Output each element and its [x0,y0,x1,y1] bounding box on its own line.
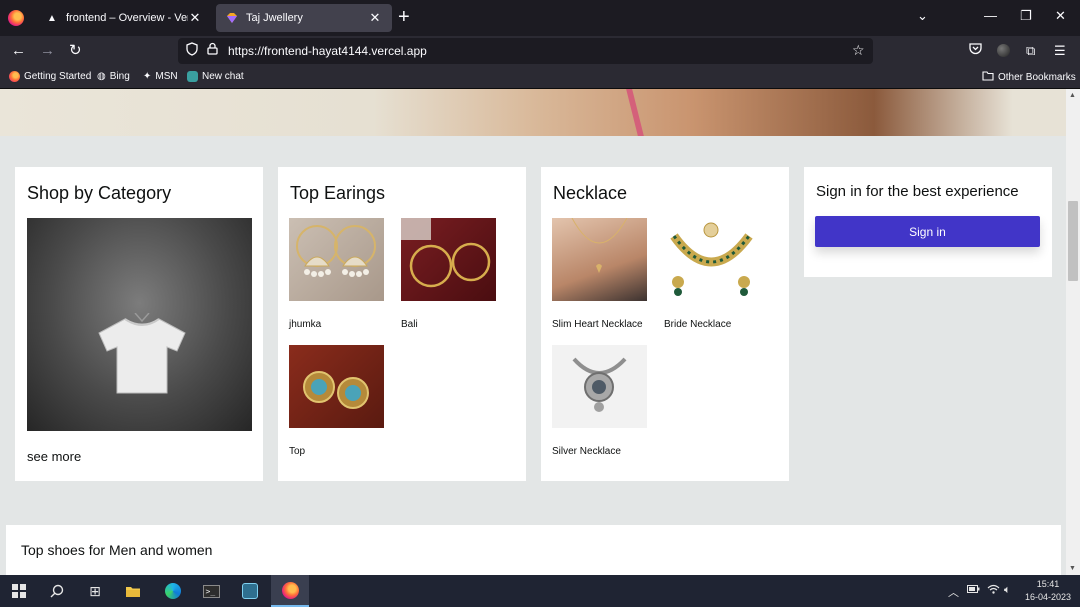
new-tab-plus-icon[interactable]: + [398,7,410,27]
bookmark-msn[interactable]: ✦ MSN [143,71,178,82]
forward-arrow-icon[interactable]: → [40,42,55,60]
other-bookmarks[interactable]: Other Bookmarks [982,71,1076,84]
necklace-card: Necklace Slim Heart Necklace Bride Neckl… [541,167,789,481]
section-title: Top shoes for Men and women [21,542,213,558]
wifi-icon[interactable] [987,584,1000,597]
page-viewport: Shop by Category see more Top Earings jh… [0,89,1066,575]
globe-icon: ◍ [97,71,106,82]
tab-vercel-overview[interactable]: ▲ frontend – Overview - Vercel ✕ [36,4,212,32]
lock-icon[interactable] [207,42,218,58]
address-bar[interactable]: https://frontend-hayat4144.vercel.app ☆ [178,38,873,64]
account-avatar-icon[interactable] [997,44,1010,57]
silver-necklace-image[interactable] [552,345,647,428]
clock-time: 15:41 [1036,579,1060,589]
extensions-puzzle-icon[interactable]: ⧉ [1026,43,1035,59]
top-earring-image[interactable] [289,345,384,428]
task-view-icon[interactable]: ⊞ [76,575,114,607]
product-label[interactable]: Bride Necklace [664,319,731,330]
see-more-link[interactable]: see more [27,449,81,464]
firefox-icon [9,71,20,82]
close-tab-icon[interactable]: ✕ [368,10,382,26]
product-label[interactable]: Silver Necklace [552,446,621,457]
minimize-window-icon[interactable]: — [984,8,997,23]
chat-icon [187,71,198,82]
tracking-shield-icon[interactable] [186,42,198,59]
sign-in-button[interactable]: Sign in [815,216,1040,247]
close-window-icon[interactable]: ✕ [1055,8,1066,24]
bookmark-label: Getting Started [24,71,92,83]
search-icon[interactable] [38,575,76,607]
windows-start-icon[interactable] [0,575,38,607]
bookmark-label: New chat [202,71,244,83]
edge-browser-icon[interactable] [154,575,192,607]
slim-heart-necklace-image[interactable] [552,218,647,301]
tab-taj-jwellery[interactable]: Taj Jwellery ✕ [216,4,392,32]
tab-title: Taj Jwellery [246,12,303,24]
bookmark-label: Bing [109,71,130,82]
hero-banner-image [0,89,1066,136]
msn-butterfly-icon: ✦ [143,71,152,82]
battery-icon[interactable] [967,584,980,596]
list-all-tabs-chevron-icon[interactable]: ⌄ [917,8,928,24]
vscode-like-app-icon[interactable] [231,575,269,607]
bookmark-bing[interactable]: ◍ Bing [97,71,130,82]
page-scrollbar[interactable]: ▲ ▼ [1066,89,1080,575]
show-hidden-icons-chevron-icon[interactable]: ︿ [948,584,959,600]
terminal-icon[interactable]: >_ [192,575,230,607]
firefox-menu-icon[interactable] [8,10,24,26]
clock-date: 16-04-2023 [1024,592,1072,602]
bookmark-star-icon[interactable]: ☆ [852,42,865,59]
bookmark-getting-started[interactable]: Getting Started [9,71,91,82]
restore-window-icon[interactable]: ❐ [1020,8,1032,24]
navigation-toolbar: ← → ↻ https://frontend-hayat4144.vercel.… [0,36,1080,66]
product-label[interactable]: Slim Heart Necklace [552,319,643,330]
url-text[interactable]: https://frontend-hayat4144.vercel.app [228,44,427,58]
scrollbar-thumb[interactable] [1068,201,1078,281]
windows-taskbar: ⊞ >_ ︿ 🔈︎ 15:41 16-04-2023 [0,575,1080,607]
scroll-down-arrow-icon[interactable]: ▼ [1069,565,1076,572]
reload-icon[interactable]: ↻ [69,42,82,60]
tab-title: frontend – Overview - Vercel [66,12,188,24]
firefox-taskbar-icon[interactable] [271,575,309,607]
taskbar-clock[interactable]: 15:41 16-04-2023 [1022,578,1074,604]
signin-card: Sign in for the best experience Sign in [804,167,1052,277]
vercel-triangle-icon: ▲ [47,12,57,24]
card-title: Necklace [553,183,628,203]
hamburger-menu-icon[interactable]: ☰ [1054,43,1066,59]
gem-icon [226,12,238,24]
pocket-icon[interactable] [969,43,982,58]
tshirt-category-image[interactable] [27,218,252,431]
bookmarks-toolbar: Getting Started ◍ Bing ✦ MSN New chat Ot… [0,66,1080,89]
earings-card: Top Earings jhumka Bali Top [278,167,526,481]
close-tab-icon[interactable]: ✕ [188,10,202,26]
bride-necklace-image[interactable] [664,218,759,301]
shoes-section: Top shoes for Men and women [6,525,1061,575]
product-label[interactable]: Top [289,446,305,457]
product-label[interactable]: Bali [401,319,418,330]
card-title: Sign in for the best experience [816,183,1019,200]
bali-image[interactable] [401,218,496,301]
tshirt-icon [98,313,186,394]
hero-thread-decoration [626,89,644,136]
tab-bar: ▲ frontend – Overview - Vercel ✕ Taj Jwe… [0,0,1080,36]
bookmark-label: MSN [155,71,178,82]
jhumka-image[interactable] [289,218,384,301]
folder-icon [982,71,994,84]
file-explorer-icon[interactable] [114,575,152,607]
bookmark-label: Other Bookmarks [998,72,1076,83]
volume-icon[interactable]: 🔈︎ [1004,584,1011,597]
product-label[interactable]: jhumka [289,319,321,330]
bookmark-new-chat[interactable]: New chat [187,71,244,82]
card-title: Shop by Category [27,183,172,203]
category-card: Shop by Category see more [15,167,263,481]
scroll-up-arrow-icon[interactable]: ▲ [1069,92,1076,99]
back-arrow-icon[interactable]: ← [11,42,26,60]
card-title: Top Earings [290,183,386,203]
